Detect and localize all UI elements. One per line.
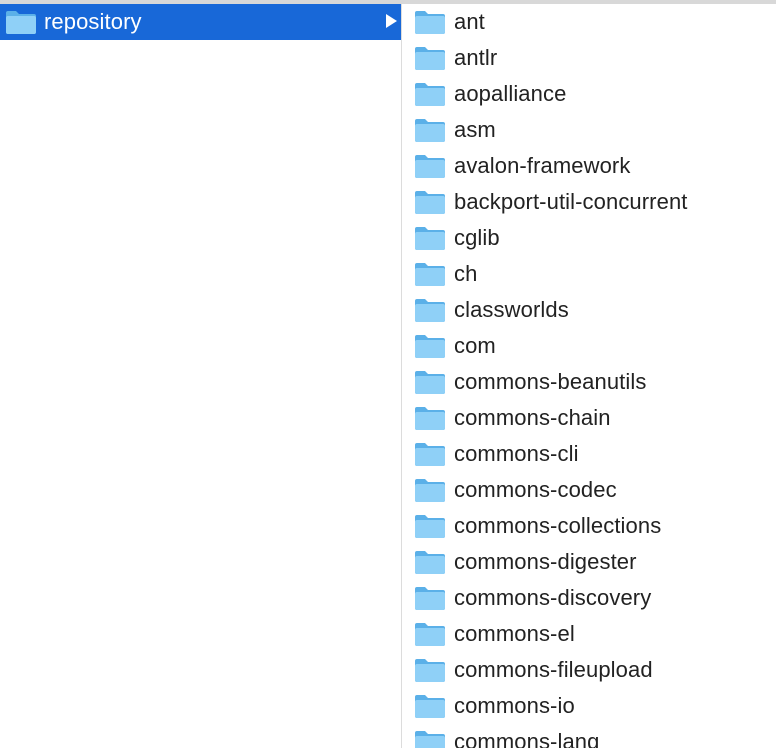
folder-icon <box>414 549 446 575</box>
folder-icon <box>414 189 446 215</box>
chevron-right-icon <box>386 14 397 28</box>
folder-icon <box>414 9 446 35</box>
folder-row[interactable]: com <box>402 328 776 364</box>
folder-icon <box>414 225 446 251</box>
folder-row[interactable]: asm <box>402 112 776 148</box>
folder-row[interactable]: commons-chain <box>402 400 776 436</box>
folder-icon <box>414 297 446 323</box>
folder-label: aopalliance <box>454 81 567 106</box>
folder-row-repository[interactable]: repository <box>0 4 401 40</box>
child-column[interactable]: ant antlr aopalliance asm avalon-framework ba… <box>402 4 776 748</box>
folder-icon <box>414 477 446 503</box>
folder-icon <box>414 81 446 107</box>
folder-icon <box>414 441 446 467</box>
folder-label: cglib <box>454 225 500 250</box>
folder-label: commons-cli <box>454 441 579 466</box>
folder-label: commons-codec <box>454 477 617 502</box>
folder-label: ant <box>454 9 485 34</box>
folder-icon <box>414 729 446 748</box>
folder-label: commons-el <box>454 621 575 646</box>
folder-row[interactable]: cglib <box>402 220 776 256</box>
folder-icon <box>5 9 37 35</box>
folder-label: commons-io <box>454 693 575 718</box>
parent-column[interactable]: repository <box>0 4 401 748</box>
folder-row[interactable]: commons-io <box>402 688 776 724</box>
folder-icon <box>414 693 446 719</box>
folder-row[interactable]: commons-discovery <box>402 580 776 616</box>
folder-row[interactable]: avalon-framework <box>402 148 776 184</box>
folder-row[interactable]: aopalliance <box>402 76 776 112</box>
folder-label: ch <box>454 261 478 286</box>
folder-label: commons-chain <box>454 405 611 430</box>
folder-row[interactable]: commons-digester <box>402 544 776 580</box>
folder-label: asm <box>454 117 496 142</box>
folder-row[interactable]: ant <box>402 4 776 40</box>
folder-label: commons-fileupload <box>454 657 653 682</box>
folder-row[interactable]: commons-lang <box>402 724 776 748</box>
folder-icon <box>414 369 446 395</box>
folder-icon <box>414 513 446 539</box>
folder-label: antlr <box>454 45 498 70</box>
folder-row[interactable]: commons-codec <box>402 472 776 508</box>
folder-label: avalon-framework <box>454 153 631 178</box>
folder-icon <box>414 261 446 287</box>
folder-label: commons-lang <box>454 729 600 748</box>
folder-icon <box>414 621 446 647</box>
folder-label: commons-digester <box>454 549 637 574</box>
folder-icon <box>414 333 446 359</box>
folder-label: backport-util-concurrent <box>454 189 688 214</box>
folder-row[interactable]: commons-collections <box>402 508 776 544</box>
folder-icon <box>414 153 446 179</box>
finder-column-view: repository ant antlr aopalliance asm avalon-… <box>0 0 776 748</box>
folder-icon <box>414 117 446 143</box>
folder-row[interactable]: ch <box>402 256 776 292</box>
folder-label: commons-discovery <box>454 585 652 610</box>
folder-icon <box>414 657 446 683</box>
folder-row[interactable]: commons-beanutils <box>402 364 776 400</box>
folder-row[interactable]: commons-fileupload <box>402 652 776 688</box>
folder-label: repository <box>44 9 142 34</box>
folder-icon <box>414 585 446 611</box>
folder-icon <box>414 405 446 431</box>
folder-label: com <box>454 333 496 358</box>
folder-label: commons-collections <box>454 513 662 538</box>
folder-row[interactable]: classworlds <box>402 292 776 328</box>
folder-row[interactable]: commons-el <box>402 616 776 652</box>
folder-row[interactable]: backport-util-concurrent <box>402 184 776 220</box>
folder-row[interactable]: antlr <box>402 40 776 76</box>
folder-row[interactable]: commons-cli <box>402 436 776 472</box>
folder-label: commons-beanutils <box>454 369 647 394</box>
folder-label: classworlds <box>454 297 569 322</box>
folder-icon <box>414 45 446 71</box>
